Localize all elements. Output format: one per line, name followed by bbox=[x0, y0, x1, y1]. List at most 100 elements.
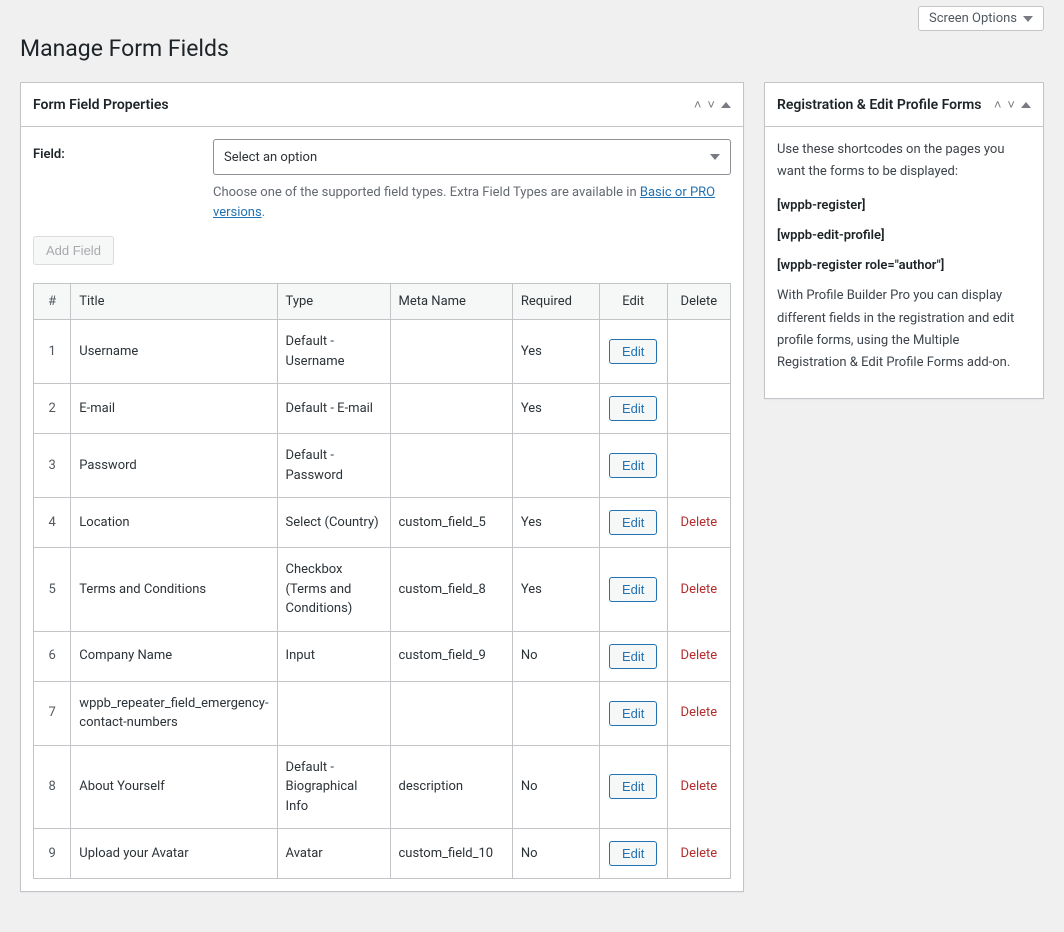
row-title: Terms and Conditions bbox=[71, 548, 277, 632]
th-edit: Edit bbox=[599, 284, 667, 320]
row-required bbox=[512, 681, 599, 745]
delete-link[interactable]: Delete bbox=[681, 582, 718, 597]
row-required: No bbox=[512, 631, 599, 681]
row-meta: custom_field_8 bbox=[390, 548, 512, 632]
row-meta bbox=[390, 434, 512, 498]
delete-link[interactable]: Delete bbox=[681, 779, 718, 794]
row-title: Upload your Avatar bbox=[71, 829, 277, 879]
th-meta: Meta Name bbox=[390, 284, 512, 320]
shortcode: [wppb-register] bbox=[777, 195, 1031, 217]
side-box-title: Registration & Edit Profile Forms bbox=[777, 97, 981, 113]
move-up-icon[interactable]: ˄ bbox=[694, 97, 702, 112]
toggle-icon[interactable] bbox=[1021, 102, 1031, 108]
edit-button[interactable]: Edit bbox=[609, 453, 657, 478]
row-num: 1 bbox=[34, 320, 71, 384]
row-type: Avatar bbox=[277, 829, 390, 879]
row-num: 7 bbox=[34, 681, 71, 745]
row-title: wppb_repeater_field_emergency-contact-nu… bbox=[71, 681, 277, 745]
row-meta: custom_field_10 bbox=[390, 829, 512, 879]
move-up-icon[interactable]: ˄ bbox=[994, 97, 1002, 112]
side-outro: With Profile Builder Pro you can display… bbox=[777, 285, 1031, 373]
edit-button[interactable]: Edit bbox=[609, 396, 657, 421]
row-title: About Yourself bbox=[71, 745, 277, 829]
table-row: 6Company NameInputcustom_field_9No Edit De… bbox=[34, 631, 731, 681]
shortcode: [wppb-register role="author"] bbox=[777, 255, 1031, 277]
fields-table: # Title Type Meta Name Required Edit Del… bbox=[33, 283, 731, 879]
row-type: Checkbox (Terms and Conditions) bbox=[277, 548, 390, 632]
side-intro: Use these shortcodes on the pages you wa… bbox=[777, 139, 1031, 183]
select-placeholder: Select an option bbox=[224, 150, 317, 165]
row-num: 8 bbox=[34, 745, 71, 829]
row-required: No bbox=[512, 829, 599, 879]
row-title: Username bbox=[71, 320, 277, 384]
th-type: Type bbox=[277, 284, 390, 320]
row-num: 6 bbox=[34, 631, 71, 681]
box-title: Form Field Properties bbox=[33, 97, 169, 113]
row-title: Password bbox=[71, 434, 277, 498]
th-required: Required bbox=[512, 284, 599, 320]
delete-link[interactable]: Delete bbox=[681, 705, 718, 720]
row-num: 3 bbox=[34, 434, 71, 498]
row-required: Yes bbox=[512, 320, 599, 384]
delete-link[interactable]: Delete bbox=[681, 846, 718, 861]
row-required: Yes bbox=[512, 498, 599, 548]
row-type: Default - Username bbox=[277, 320, 390, 384]
table-row: 2E-mailDefault - E-mailYesEdit bbox=[34, 384, 731, 434]
screen-options-button[interactable]: Screen Options bbox=[918, 6, 1044, 31]
table-row: 1UsernameDefault - Username Yes Edit bbox=[34, 320, 731, 384]
row-num: 2 bbox=[34, 384, 71, 434]
table-row: 5Terms and ConditionsCheckbox (Terms and… bbox=[34, 548, 731, 632]
edit-button[interactable]: Edit bbox=[609, 841, 657, 866]
row-type: Select (Country) bbox=[277, 498, 390, 548]
edit-button[interactable]: Edit bbox=[609, 644, 657, 669]
th-delete: Delete bbox=[667, 284, 730, 320]
row-meta: custom_field_9 bbox=[390, 631, 512, 681]
th-title: Title bbox=[71, 284, 277, 320]
table-row: 9Upload your AvatarAvatarcustom_field_10… bbox=[34, 829, 731, 879]
registration-forms-box: Registration & Edit Profile Forms ˄ ˅ Us… bbox=[764, 82, 1044, 399]
row-num: 5 bbox=[34, 548, 71, 632]
edit-button[interactable]: Edit bbox=[609, 701, 657, 726]
row-type: Default - Password bbox=[277, 434, 390, 498]
row-title: Location bbox=[71, 498, 277, 548]
row-required: Yes bbox=[512, 548, 599, 632]
row-meta: custom_field_5 bbox=[390, 498, 512, 548]
row-type: Input bbox=[277, 631, 390, 681]
edit-button[interactable]: Edit bbox=[609, 339, 657, 364]
row-title: E-mail bbox=[71, 384, 277, 434]
row-meta bbox=[390, 320, 512, 384]
delete-link[interactable]: Delete bbox=[681, 515, 718, 530]
row-type bbox=[277, 681, 390, 745]
move-down-icon[interactable]: ˅ bbox=[1007, 97, 1015, 112]
table-row: 3PasswordDefault - Password Edit bbox=[34, 434, 731, 498]
row-required: Yes bbox=[512, 384, 599, 434]
row-meta: description bbox=[390, 745, 512, 829]
edit-button[interactable]: Edit bbox=[609, 577, 657, 602]
row-meta bbox=[390, 384, 512, 434]
row-required: No bbox=[512, 745, 599, 829]
add-field-button[interactable]: Add Field bbox=[33, 236, 114, 265]
screen-options-label: Screen Options bbox=[929, 11, 1017, 26]
row-num: 9 bbox=[34, 829, 71, 879]
edit-button[interactable]: Edit bbox=[609, 510, 657, 535]
table-row: 7wppb_repeater_field_emergency-contact-n… bbox=[34, 681, 731, 745]
field-type-select[interactable]: Select an option bbox=[213, 139, 731, 175]
edit-button[interactable]: Edit bbox=[609, 774, 657, 799]
table-row: 8About YourselfDefault - Biographical In… bbox=[34, 745, 731, 829]
toggle-icon[interactable] bbox=[721, 102, 731, 108]
chevron-down-icon bbox=[710, 154, 720, 160]
shortcode: [wppb-edit-profile] bbox=[777, 225, 1031, 247]
page-title: Manage Form Fields bbox=[20, 35, 1044, 62]
row-num: 4 bbox=[34, 498, 71, 548]
row-meta bbox=[390, 681, 512, 745]
delete-link[interactable]: Delete bbox=[681, 648, 718, 663]
form-field-properties-box: Form Field Properties ˄ ˅ Field: Select … bbox=[20, 82, 744, 892]
field-label: Field: bbox=[33, 139, 193, 162]
row-type: Default - Biographical Info bbox=[277, 745, 390, 829]
row-title: Company Name bbox=[71, 631, 277, 681]
table-row: 4LocationSelect (Country)custom_field_5Y… bbox=[34, 498, 731, 548]
th-num: # bbox=[34, 284, 71, 320]
move-down-icon[interactable]: ˅ bbox=[707, 97, 715, 112]
field-helptext: Choose one of the supported field types.… bbox=[213, 183, 731, 222]
row-required bbox=[512, 434, 599, 498]
